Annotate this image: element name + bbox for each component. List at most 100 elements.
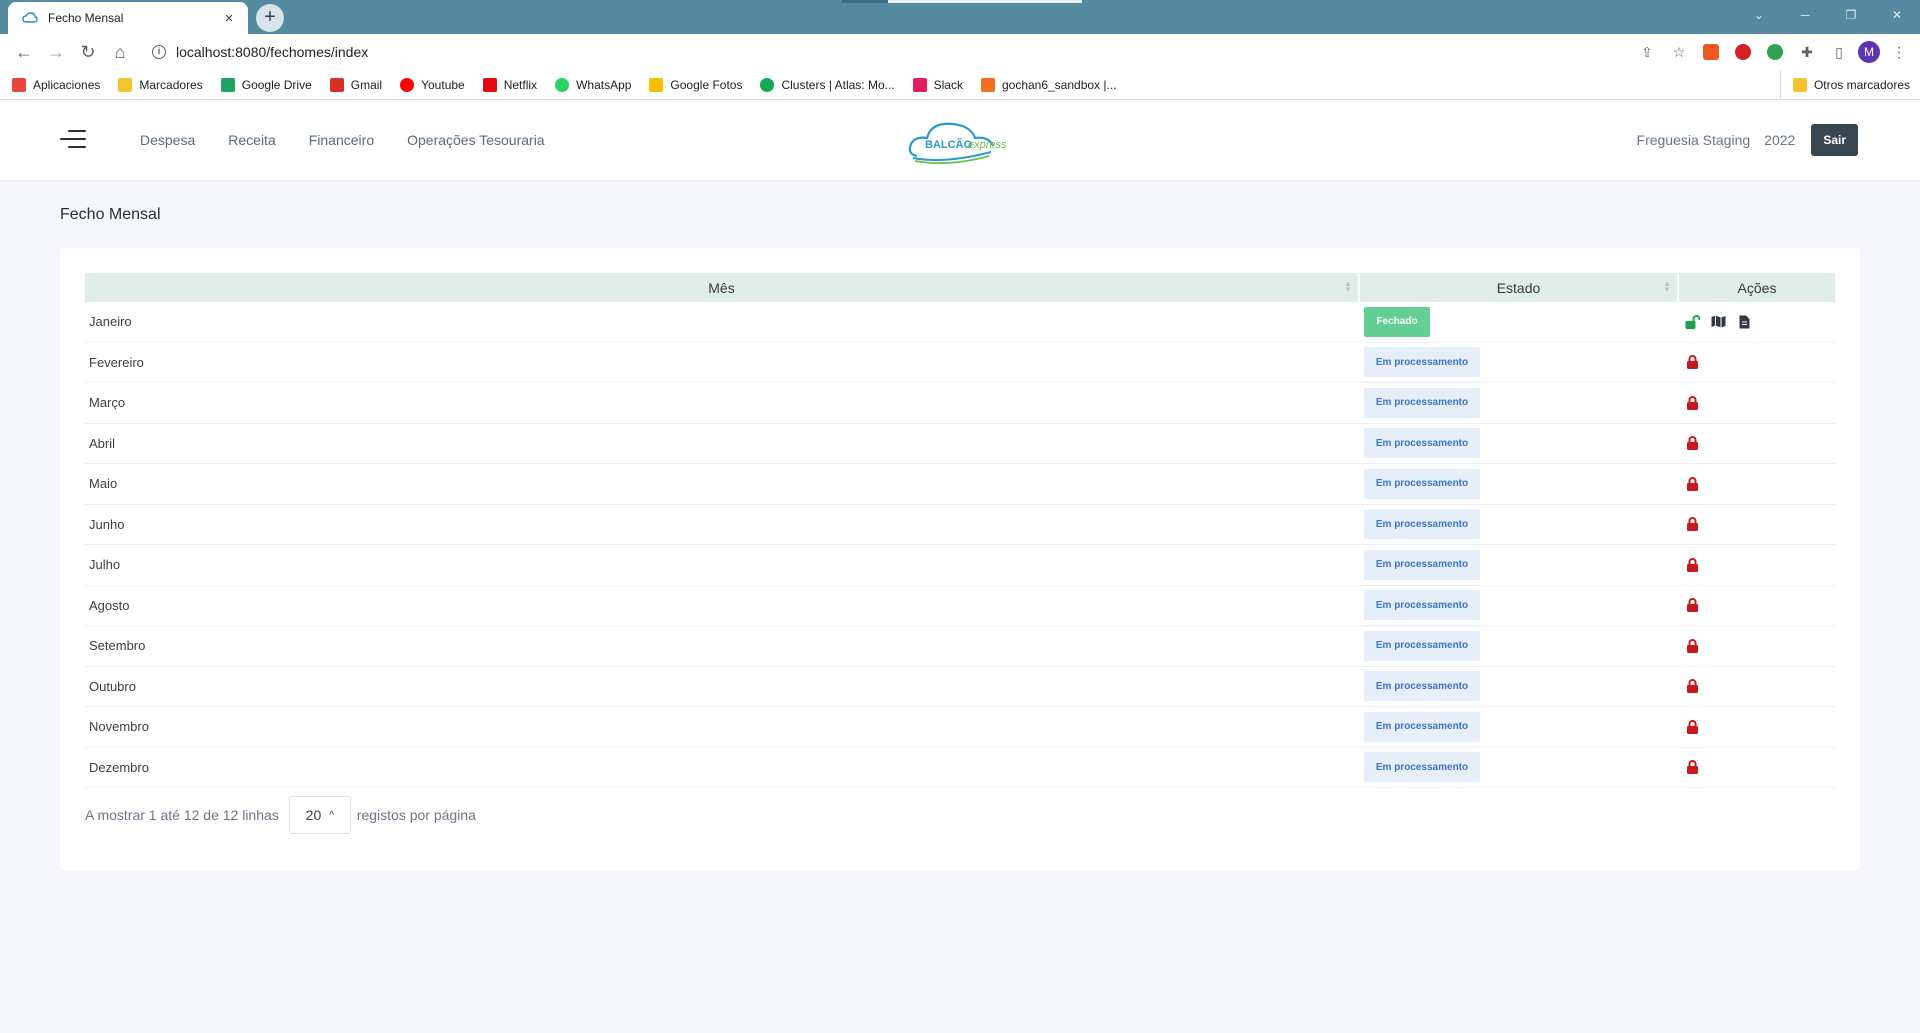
lock-icon[interactable] [1683, 718, 1701, 736]
address-bar[interactable]: i localhost:8080/fechomes/index [144, 36, 1626, 68]
slack-icon [912, 77, 927, 92]
bookmark-item[interactable]: gochan6_sandbox |... [980, 77, 1117, 92]
lock-icon[interactable] [1683, 637, 1701, 655]
status-badge-em-processamento: Em processamento [1364, 590, 1480, 621]
forward-arrow-icon[interactable]: → [40, 36, 72, 68]
share-icon[interactable]: ⇪ [1634, 39, 1660, 65]
column-header-estado[interactable]: Estado ▲ ▼ [1360, 273, 1679, 302]
table-row: Abril Em processamento [85, 424, 1835, 464]
month-cell: Julho [89, 557, 121, 573]
fiscal-year[interactable]: 2022 [1764, 132, 1795, 148]
sort-icon[interactable]: ▲ ▼ [1344, 280, 1352, 294]
bookmark-item[interactable]: Google Fotos [649, 77, 742, 92]
side-panel-icon[interactable]: ▯ [1826, 39, 1852, 65]
bookmark-item[interactable]: Youtube [400, 77, 465, 92]
status-cell: Em processamento [1360, 626, 1679, 666]
browser-tab[interactable]: Fecho Mensal × [8, 2, 248, 34]
lock-icon[interactable] [1683, 515, 1701, 533]
reload-icon[interactable]: ↻ [72, 36, 104, 68]
logout-button[interactable]: Sair [1811, 124, 1858, 156]
minimize-icon[interactable]: ─ [1782, 0, 1828, 30]
month-cell: Abril [89, 435, 116, 451]
actions-cell [1679, 748, 1835, 788]
bookmark-star-icon[interactable]: ☆ [1666, 39, 1692, 65]
bookmark-item[interactable]: WhatsApp [555, 77, 632, 92]
bookmark-item[interactable]: Slack [912, 77, 963, 92]
sort-icon[interactable]: ▲ ▼ [1663, 280, 1671, 294]
google-photos-icon [649, 77, 664, 92]
lock-icon[interactable] [1683, 394, 1701, 412]
status-cell: Em processamento [1360, 545, 1679, 585]
status-badge-em-processamento: Em processamento [1364, 509, 1480, 540]
extension-gear-icon[interactable] [1762, 39, 1788, 65]
other-bookmarks-label: Otros marcadores [1813, 78, 1910, 92]
actions-cell [1679, 545, 1835, 585]
bookmark-item[interactable]: Google Drive [220, 77, 312, 92]
column-header-label: Ações [1737, 279, 1777, 296]
nav-financeiro[interactable]: Financeiro [309, 132, 374, 148]
tab-close-icon[interactable]: × [220, 10, 238, 27]
month-cell: Agosto [89, 597, 130, 613]
status-cell: Em processamento [1360, 586, 1679, 626]
bookmark-item[interactable]: Netflix [482, 77, 538, 92]
actions-cell [1679, 302, 1835, 342]
file-icon[interactable] [1735, 313, 1753, 331]
unlock-icon[interactable] [1683, 313, 1701, 331]
month-cell: Novembro [89, 719, 149, 735]
other-bookmarks[interactable]: Otros marcadores [1779, 70, 1910, 100]
restore-icon[interactable]: ❐ [1828, 0, 1874, 30]
bookmark-label: Aplicaciones [33, 77, 101, 92]
lock-icon[interactable] [1683, 475, 1701, 493]
bookmark-label: WhatsApp [576, 77, 632, 92]
extension-percent-icon[interactable] [1698, 39, 1724, 65]
home-icon[interactable]: ⌂ [104, 36, 136, 68]
extension-adblock-icon[interactable] [1730, 39, 1756, 65]
lock-icon[interactable] [1683, 556, 1701, 574]
status-badge-em-processamento: Em processamento [1364, 387, 1480, 418]
page-size-select[interactable]: 20 ^ [288, 796, 351, 834]
lock-icon[interactable] [1683, 596, 1701, 614]
nav-receita[interactable]: Receita [228, 132, 275, 148]
close-window-icon[interactable]: ✕ [1874, 0, 1920, 30]
bookmark-label: Netflix [503, 77, 538, 92]
lock-icon[interactable] [1683, 677, 1701, 695]
tab-search-icon[interactable]: ⌄ [1736, 0, 1782, 30]
lock-icon[interactable] [1683, 758, 1701, 776]
bookmark-label: Youtube [421, 77, 465, 92]
balcao-express-logo[interactable]: BALCÃO express [905, 118, 1025, 166]
status-badge-em-processamento: Em processamento [1364, 752, 1480, 783]
bookmark-item[interactable]: Aplicaciones [12, 77, 101, 92]
site-info-icon[interactable]: i [152, 45, 166, 59]
month-cell: Outubro [89, 678, 136, 694]
extensions-puzzle-icon[interactable]: ✚ [1794, 39, 1820, 65]
lock-icon[interactable] [1683, 434, 1701, 452]
back-arrow-icon[interactable]: ← [8, 36, 40, 68]
column-header-mes[interactable]: Mês ▲ ▼ [85, 273, 1360, 302]
mongodb-leaf-icon [760, 77, 775, 92]
gmail-icon [329, 77, 344, 92]
bookmark-label: Marcadores [139, 77, 203, 92]
bookmark-item[interactable]: Gmail [329, 77, 382, 92]
bookmark-label: gochan6_sandbox |... [1001, 77, 1117, 92]
nav-despesa[interactable]: Despesa [140, 132, 195, 148]
lock-icon[interactable] [1683, 353, 1701, 371]
pagination-info: A mostrar 1 até 12 de 12 linhas [85, 807, 279, 823]
hamburger-menu-icon[interactable] [60, 130, 86, 150]
status-cell: Em processamento [1360, 343, 1679, 383]
per-page-label: registos por página [356, 807, 476, 823]
profile-avatar[interactable]: M [1858, 41, 1880, 63]
status-cell: Em processamento [1360, 667, 1679, 707]
nav-operacoes-tesouraria[interactable]: Operações Tesouraria [407, 132, 544, 148]
new-tab-button[interactable]: + [256, 4, 284, 32]
menu-kebab-icon[interactable]: ⋮ [1886, 39, 1912, 65]
bookmark-item[interactable]: Marcadores [118, 77, 203, 92]
status-cell: Em processamento [1360, 505, 1679, 545]
tabstrip-indicator [842, 0, 888, 3]
table-row: Maio Em processamento [85, 464, 1835, 505]
entity-name[interactable]: Freguesia Staging [1637, 132, 1751, 148]
bookmark-item[interactable]: Clusters | Atlas: Mo... [760, 77, 895, 92]
map-icon[interactable] [1709, 313, 1727, 331]
app-header: Despesa Receita Financeiro Operações Tes… [0, 100, 1920, 180]
logo-text: BALCÃO [925, 138, 972, 151]
status-cell: Em processamento [1360, 748, 1679, 788]
